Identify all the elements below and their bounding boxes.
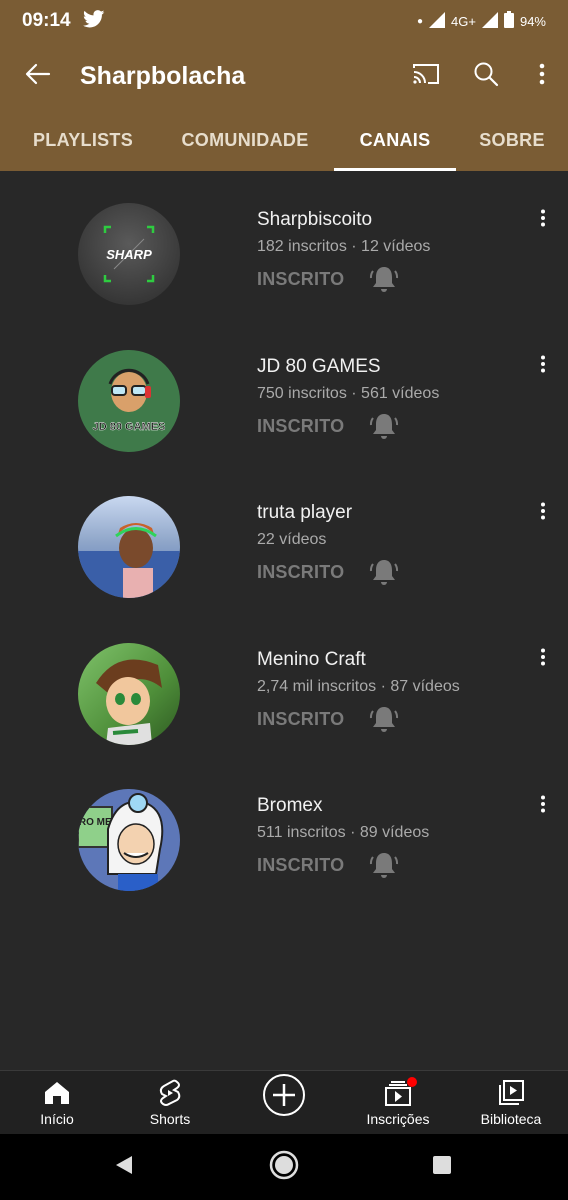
channel-more-button[interactable] <box>530 645 556 675</box>
more-vert-icon <box>540 648 546 671</box>
network-type: 4G+ <box>451 13 476 29</box>
status-indicators: ● 4G+ 94% <box>417 11 546 31</box>
nav-label: Inscrições <box>366 1111 430 1127</box>
notification-bell-button[interactable] <box>368 263 400 295</box>
avatar-text: JD 80 GAMES <box>93 421 166 433</box>
channel-item[interactable]: SHARP Sharpbiscoito 182 inscritos · 12 v… <box>0 171 568 318</box>
subscribed-button[interactable]: INSCRITO <box>257 416 344 437</box>
channel-item[interactable]: JD 80 GAMES JD 80 GAMES 750 inscritos · … <box>0 318 568 465</box>
channel-name[interactable]: Menino Craft <box>257 649 366 671</box>
channel-more-button[interactable] <box>530 498 556 528</box>
channel-list: SHARP Sharpbiscoito 182 inscritos · 12 v… <box>0 171 568 904</box>
notification-bell-button[interactable] <box>368 410 400 442</box>
channel-meta: 750 inscritos · 561 vídeos <box>257 384 440 402</box>
channel-name[interactable]: JD 80 GAMES <box>257 356 381 378</box>
nav-subscriptions[interactable]: Inscrições <box>341 1071 455 1135</box>
nav-library[interactable]: Biblioteca <box>454 1071 568 1135</box>
nav-create[interactable] <box>227 1071 341 1135</box>
avatar[interactable] <box>78 496 180 598</box>
tab-sobre[interactable]: SOBRE <box>470 110 554 171</box>
bell-icon <box>368 413 400 446</box>
library-icon <box>497 1079 525 1107</box>
twitter-icon <box>82 9 105 33</box>
subscribed-button[interactable]: INSCRITO <box>257 855 344 876</box>
system-back-button[interactable] <box>84 1134 164 1200</box>
subscriptions-icon <box>383 1077 417 1107</box>
shorts-icon <box>158 1079 182 1107</box>
signal-icon <box>429 11 446 31</box>
channel-more-button[interactable] <box>530 791 556 821</box>
more-options-button[interactable] <box>516 42 568 110</box>
search-icon <box>473 61 499 92</box>
status-time: 09:14 <box>22 10 71 31</box>
recents-square-icon <box>432 1155 452 1180</box>
more-vert-icon <box>540 209 546 232</box>
bell-icon <box>368 853 400 885</box>
channel-title: Sharpbolacha <box>80 61 246 90</box>
avatar[interactable] <box>78 642 180 745</box>
bottom-navigation: Início Shorts Inscrições Biblioteca <box>0 1070 568 1134</box>
channel-item[interactable]: truta player 22 vídeos INSCRITO <box>0 464 568 611</box>
channel-tabs: PLAYLISTS COMUNIDADE CANAIS SOBRE <box>0 110 568 171</box>
cast-button[interactable] <box>396 42 456 110</box>
nav-shorts[interactable]: Shorts <box>113 1071 227 1135</box>
more-vert-icon <box>540 795 546 818</box>
channel-meta: 511 inscritos · 89 vídeos <box>257 824 430 841</box>
back-triangle-icon <box>114 1154 134 1181</box>
channel-item[interactable]: Menino Craft 2,74 mil inscritos · 87 víd… <box>0 611 568 758</box>
nav-label: Início <box>40 1111 74 1127</box>
signal-icon-2 <box>481 11 498 31</box>
cast-icon <box>411 62 441 91</box>
system-home-button[interactable] <box>244 1134 324 1200</box>
channel-meta: 22 vídeos <box>257 531 327 548</box>
channel-more-button[interactable] <box>530 205 556 235</box>
avatar[interactable]: JD 80 GAMES <box>78 349 180 452</box>
home-circle-icon <box>268 1149 300 1186</box>
tab-comunidade[interactable]: COMUNIDADE <box>170 110 320 171</box>
channel-name[interactable]: Sharpbiscoito <box>257 209 372 231</box>
search-button[interactable] <box>456 42 516 110</box>
more-vert-icon <box>540 502 546 525</box>
dot-icon: ● <box>416 15 424 27</box>
subscribed-button[interactable]: INSCRITO <box>257 269 344 290</box>
status-bar: 09:14 ● 4G+ 94% <box>0 0 568 42</box>
subscribed-button[interactable]: INSCRITO <box>257 562 344 583</box>
nav-label: Biblioteca <box>480 1111 542 1127</box>
bell-icon <box>368 560 400 592</box>
create-plus-icon <box>262 1074 306 1116</box>
battery-icon <box>503 11 514 31</box>
notification-bell-button[interactable] <box>368 849 400 881</box>
subscribed-button[interactable]: INSCRITO <box>257 709 344 730</box>
bell-icon <box>368 267 400 299</box>
notification-bell-button[interactable] <box>368 703 400 735</box>
channel-name[interactable]: truta player <box>257 502 352 524</box>
channel-meta: 182 inscritos · 12 vídeos <box>257 238 431 255</box>
nav-label: Shorts <box>149 1111 191 1127</box>
tab-playlists[interactable]: PLAYLISTS <box>20 110 146 171</box>
channel-item[interactable]: BRO MEX Bromex 511 inscritos · 89 vídeos… <box>0 757 568 904</box>
avatar[interactable]: SHARP <box>78 203 180 305</box>
back-button[interactable] <box>0 42 76 110</box>
system-recents-button[interactable] <box>402 1134 482 1200</box>
avatar-text: SHARP <box>106 247 152 262</box>
channel-meta: 2,74 mil inscritos · 87 vídeos <box>257 677 460 695</box>
system-navigation-bar <box>0 1134 568 1200</box>
channel-name[interactable]: Bromex <box>257 795 322 817</box>
battery-percent: 94% <box>519 13 546 29</box>
notification-bell-button[interactable] <box>368 556 400 588</box>
tab-canais[interactable]: CANAIS <box>334 110 456 171</box>
more-vert-icon <box>540 355 546 378</box>
back-arrow-icon <box>25 63 51 90</box>
avatar[interactable]: BRO MEX <box>78 789 180 891</box>
channel-more-button[interactable] <box>530 352 556 382</box>
more-vert-icon <box>539 63 545 90</box>
nav-home[interactable]: Início <box>0 1071 114 1135</box>
bell-icon <box>368 706 400 739</box>
app-bar: Sharpbolacha <box>0 42 568 110</box>
home-icon <box>44 1079 70 1107</box>
notification-badge <box>407 1077 417 1087</box>
